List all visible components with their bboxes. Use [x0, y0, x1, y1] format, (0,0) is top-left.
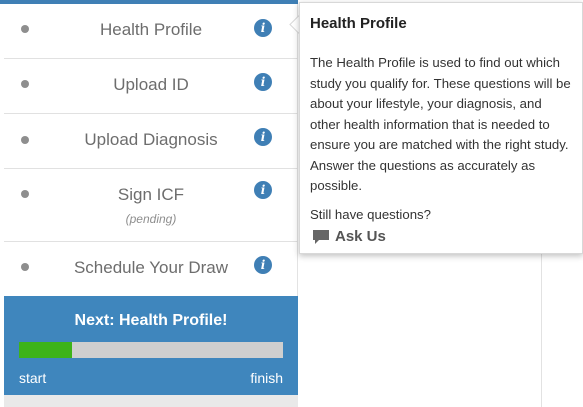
progress-start-label: start: [19, 370, 47, 386]
bullet-dot-icon: [21, 136, 29, 144]
ask-us-label: Ask Us: [335, 228, 386, 245]
tooltip-body: The Health Profile is used to find out w…: [310, 55, 571, 193]
step-label: Schedule Your Draw: [73, 258, 229, 277]
step-label: Upload Diagnosis: [84, 130, 218, 149]
next-step-title: Next: Health Profile!: [74, 312, 228, 329]
step-upload-diagnosis[interactable]: Upload Diagnosis i: [4, 114, 298, 169]
progress-fill: [19, 342, 72, 358]
step-health-profile[interactable]: Health Profile i: [4, 4, 298, 59]
bullet-dot-icon: [21, 25, 29, 33]
info-icon[interactable]: i: [254, 181, 272, 199]
tooltip-title: Health Profile: [310, 15, 407, 32]
step-label: Health Profile: [99, 20, 203, 39]
bullet-dot-icon: [21, 80, 29, 88]
bullet-dot-icon: [21, 190, 29, 198]
step-sign-icf[interactable]: Sign ICF (pending) i: [4, 169, 298, 242]
step-label: Upload ID: [113, 75, 189, 94]
info-icon[interactable]: i: [254, 19, 272, 37]
step-label: Sign ICF: [117, 185, 185, 204]
info-icon[interactable]: i: [254, 128, 272, 146]
progress-finish-label: finish: [250, 370, 283, 386]
sidebar-footer-strip: [4, 395, 298, 407]
step-upload-id[interactable]: Upload ID i: [4, 59, 298, 114]
tooltip-question: Still have questions?: [310, 207, 431, 222]
step-schedule-draw[interactable]: Schedule Your Draw i: [4, 242, 298, 296]
info-icon[interactable]: i: [254, 256, 272, 274]
chat-bubble-icon: [313, 230, 329, 244]
next-step-panel: Next: Health Profile! start finish: [4, 296, 298, 395]
info-icon[interactable]: i: [254, 73, 272, 91]
progress-bar: [19, 342, 283, 358]
step-status: (pending): [125, 212, 177, 226]
bullet-dot-icon: [21, 263, 29, 271]
info-tooltip: Health Profile The Health Profile is use…: [299, 2, 583, 254]
